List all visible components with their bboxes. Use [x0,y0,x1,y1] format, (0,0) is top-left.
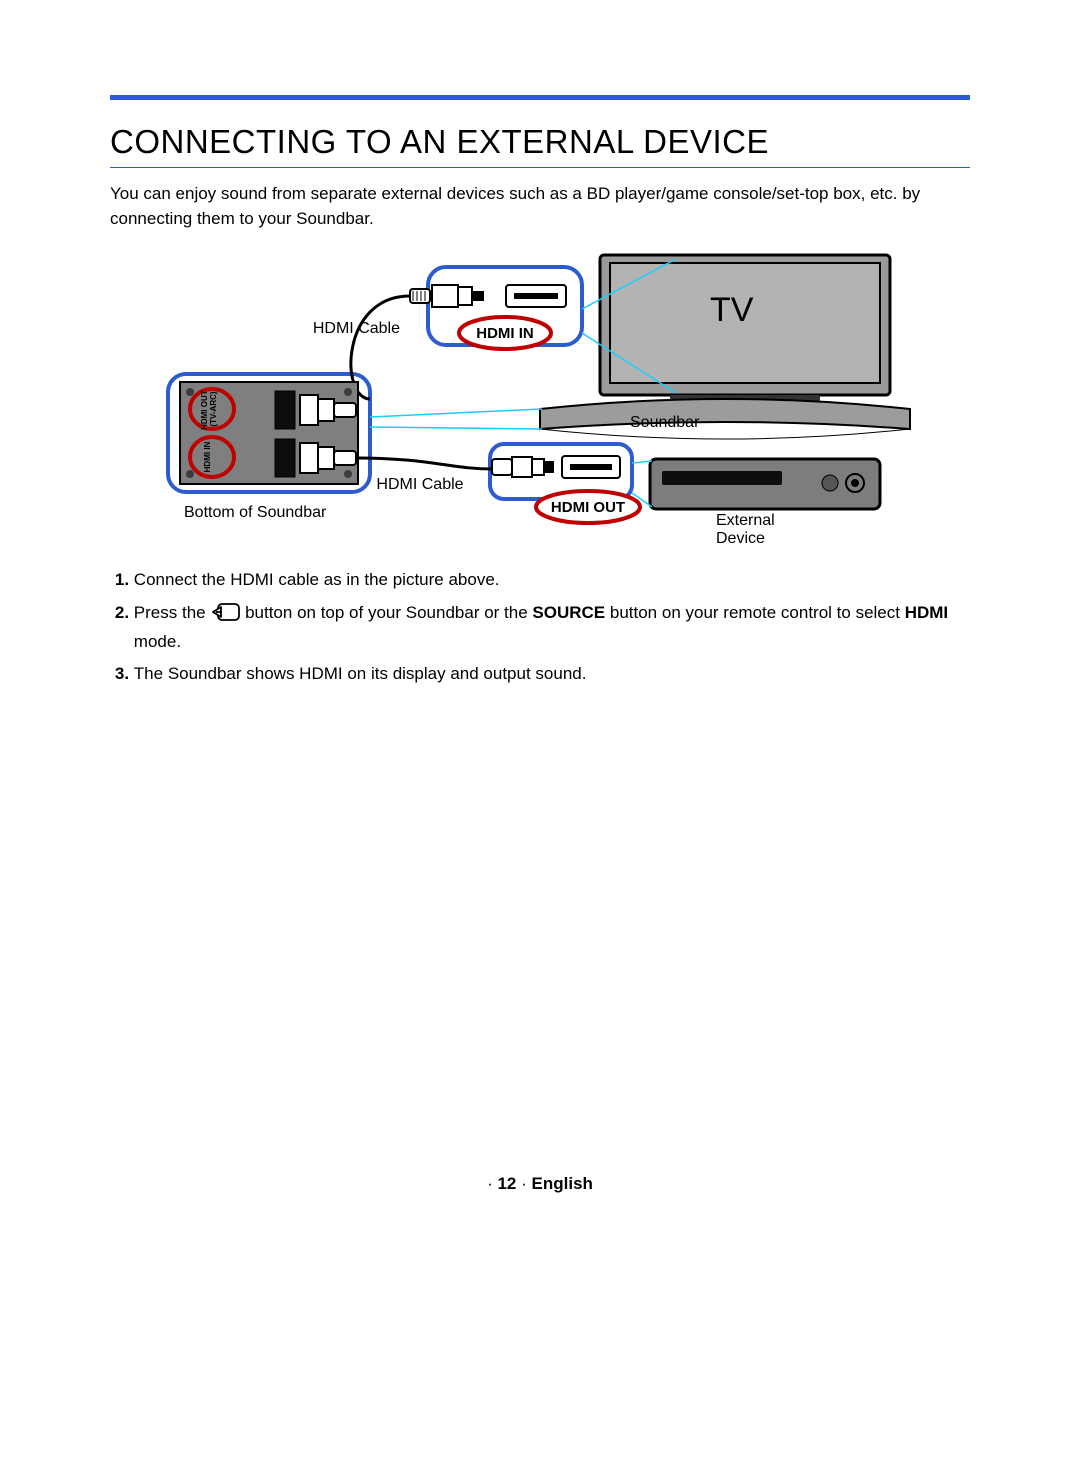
intro-paragraph: You can enjoy sound from separate extern… [110,182,970,231]
external-device-label-1: External [716,512,775,529]
page-footer: · 12 · English [0,1174,1080,1194]
soundbar-icon [540,399,910,439]
instruction-list: Connect the HDMI cable as in the picture… [110,567,970,687]
section-heading: CONNECTING TO AN EXTERNAL DEVICE [110,123,970,168]
hdmi-out-label: HDMI OUT [551,499,625,516]
leader-line [370,427,542,429]
source-button-icon [210,603,240,629]
port-hdmi-in-label: HDMI IN [203,442,212,473]
manual-page: CONNECTING TO AN EXTERNAL DEVICE You can… [0,0,1080,1479]
step-3: The Soundbar shows HDMI on its display a… [134,661,970,687]
step-2-text: button on top of your Soundbar or the [245,603,532,622]
cable-path [351,296,410,399]
diagram-svg: TV HDMI IN HDMI Cable [110,249,970,549]
step-2-text: mode. [134,632,181,651]
hdmi-plug-icon [492,457,554,477]
external-device-icon [650,459,880,509]
port-hdmi-out-label: HDMI OUT (TV-ARC) [200,388,218,430]
hdmi-socket-icon [275,391,295,429]
tv-label: TV [710,291,754,329]
top-rule [110,95,970,100]
hdmi-cable-label-2: HDMI Cable [376,476,463,493]
hdmi-plug-icon [410,285,484,307]
step-2-text: Press the [134,603,211,622]
footer-sep: · [521,1174,527,1193]
tv-icon [600,255,890,413]
step-2-text: button on your remote control to select [610,603,905,622]
connection-diagram: TV HDMI IN HDMI Cable [110,249,970,549]
step-2: Press the button on top of your Soundbar… [134,600,970,656]
leader-line [370,409,542,417]
external-device-label-2: Device [716,530,765,547]
footer-language: English [532,1174,593,1193]
bottom-of-soundbar-label: Bottom of Soundbar [184,504,327,521]
hdmi-word: HDMI [905,603,948,622]
footer-sep: · [487,1174,493,1193]
hdmi-socket-icon [275,439,295,477]
hdmi-in-label: HDMI IN [476,325,534,342]
page-number: 12 [497,1174,516,1193]
soundbar-label: Soundbar [630,414,700,431]
cable-path [356,458,492,469]
source-word: SOURCE [532,603,605,622]
step-1: Connect the HDMI cable as in the picture… [134,567,970,593]
